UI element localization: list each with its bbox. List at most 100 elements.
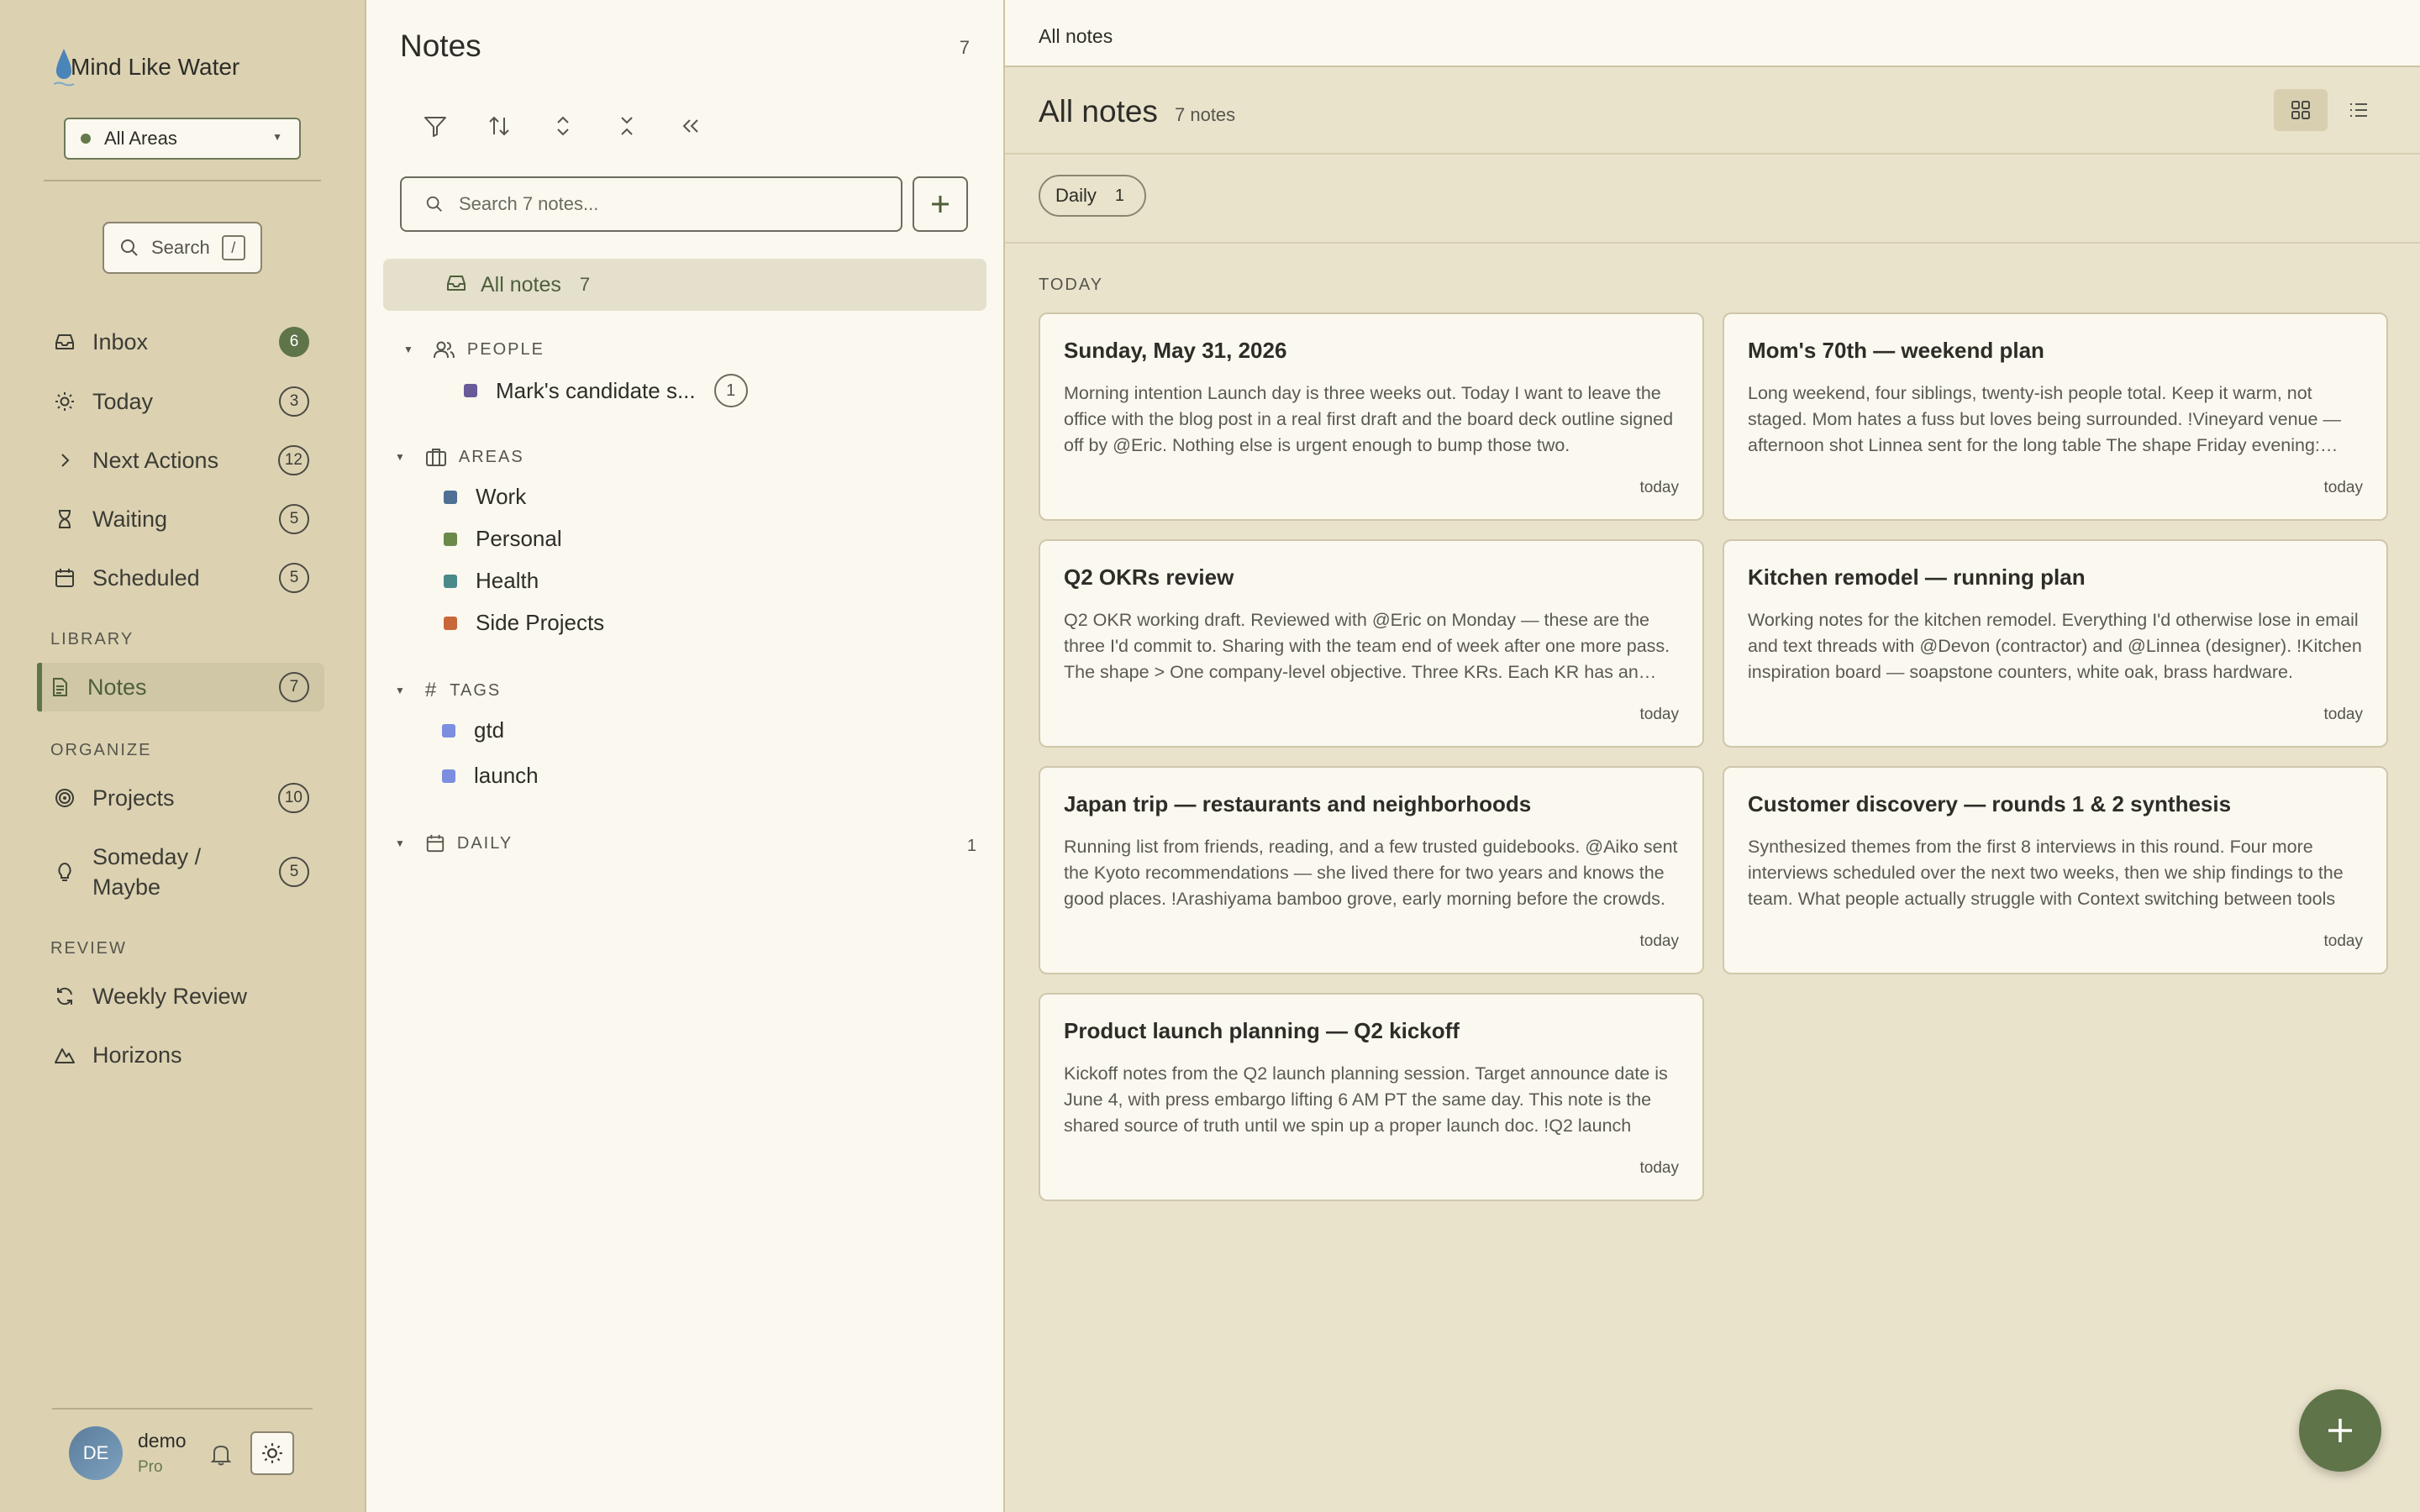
tree-section-label: DAILY	[456, 833, 513, 853]
divider	[44, 180, 321, 181]
chevrons-up-down-icon	[557, 116, 569, 136]
sort-button[interactable]	[481, 108, 518, 144]
color-swatch	[442, 769, 455, 783]
note-card-title: Customer discovery — rounds 1 & 2 synthe…	[1748, 791, 2232, 816]
new-note-fab[interactable]	[2299, 1389, 2381, 1472]
notes-panel-count: 7	[959, 37, 970, 58]
color-swatch	[444, 532, 457, 546]
collapse-all-button[interactable]	[608, 108, 645, 144]
grid-icon	[2291, 101, 2310, 119]
count-badge: 1	[713, 374, 748, 407]
breadcrumb-item[interactable]: All notes	[1039, 25, 1113, 48]
chip-count: 1	[1114, 186, 1125, 205]
note-card[interactable]: Customer discovery — rounds 1 & 2 synthe…	[1723, 766, 2388, 974]
note-card-date: today	[2323, 479, 2363, 496]
tree-section-daily[interactable]: ▼ DAILY	[395, 833, 513, 853]
lightbulb-icon	[52, 859, 77, 885]
hourglass-icon	[52, 507, 77, 532]
tree-item-area-side-projects[interactable]: Side Projects	[444, 610, 604, 636]
tree-item-label: Side Projects	[476, 610, 605, 635]
area-select[interactable]: All Areas ▼	[64, 118, 301, 160]
nav-today[interactable]: Today 3	[44, 377, 324, 426]
count-badge: 12	[277, 445, 309, 475]
nav-waiting[interactable]: Waiting 5	[44, 495, 324, 543]
tree-item-area-personal[interactable]: Personal	[444, 526, 562, 552]
collapse-panel-button[interactable]	[672, 108, 709, 144]
count-badge: 3	[279, 386, 309, 417]
people-icon	[433, 339, 455, 360]
brand[interactable]: Mind Like Water	[53, 45, 239, 89]
nav-label: Today	[92, 388, 154, 414]
user-area-divider	[52, 1408, 313, 1410]
nav-notes[interactable]: Notes 7	[37, 663, 324, 711]
sort-icon	[489, 116, 509, 136]
nav-weekly-review[interactable]: Weekly Review	[44, 972, 324, 1021]
nav-scheduled[interactable]: Scheduled 5	[44, 554, 324, 602]
tree-item-area-work[interactable]: Work	[444, 484, 526, 510]
note-card[interactable]: Mom's 70th — weekend plan Long weekend, …	[1723, 312, 2388, 521]
nav-label: Inbox	[92, 328, 149, 354]
note-card[interactable]: Product launch planning — Q2 kickoff Kic…	[1039, 993, 1704, 1201]
expand-all-button[interactable]	[544, 108, 581, 144]
note-card-excerpt: Q2 OKR working draft. Reviewed with @Eri…	[1064, 610, 1670, 682]
note-card[interactable]: Japan trip — restaurants and neighborhoo…	[1039, 766, 1704, 974]
note-card-date: today	[1639, 479, 1679, 496]
chip-label: Daily	[1055, 185, 1097, 206]
note-card[interactable]: Sunday, May 31, 2026 Morning intention L…	[1039, 312, 1704, 521]
tree-section-label: TAGS	[450, 680, 502, 700]
filter-button[interactable]	[417, 108, 454, 144]
notes-search-input[interactable]: Search 7 notes...	[400, 176, 902, 232]
all-notes-item[interactable]: All notes 7	[383, 259, 986, 311]
section-label-organize: ORGANIZE	[50, 741, 152, 759]
tree-item-label: Work	[476, 484, 527, 509]
note-card-excerpt: Kickoff notes from the Q2 launch plannin…	[1064, 1063, 1668, 1136]
tree-section-label: AREAS	[458, 447, 524, 466]
color-swatch	[442, 723, 455, 738]
bell-icon[interactable]	[207, 1440, 235, 1468]
search-button[interactable]: Search /	[103, 222, 262, 274]
nav-someday-maybe[interactable]: Someday / Maybe 5	[44, 833, 324, 911]
tree-item-tag-launch[interactable]: launch	[442, 763, 539, 789]
new-note-button[interactable]	[913, 176, 968, 232]
note-card-excerpt: Synthesized themes from the first 8 inte…	[1748, 837, 2344, 909]
count-badge: 10	[277, 783, 309, 813]
nav-projects[interactable]: Projects 10	[44, 774, 324, 822]
avatar[interactable]: DE	[69, 1426, 123, 1480]
tree-section-label: PEOPLE	[466, 339, 544, 359]
note-card[interactable]: Q2 OKRs review Q2 OKR working draft. Rev…	[1039, 539, 1704, 748]
note-card-title: Japan trip — restaurants and neighborhoo…	[1064, 791, 1532, 816]
theme-toggle-button[interactable]	[250, 1431, 294, 1475]
nav-label: Weekly Review	[92, 983, 248, 1009]
filter-chip-daily[interactable]: Daily 1	[1039, 175, 1147, 217]
chevron-down-icon: ▼	[272, 131, 282, 143]
nav-horizons[interactable]: Horizons	[44, 1031, 324, 1079]
note-card-title: Q2 OKRs review	[1064, 564, 1234, 590]
nav-next-actions[interactable]: Next Actions 12	[44, 436, 324, 485]
grid-view-button[interactable]	[2274, 89, 2328, 131]
tree-section-areas[interactable]: ▼ AREAS	[395, 447, 524, 467]
note-card-title: Mom's 70th — weekend plan	[1748, 338, 2044, 363]
count-badge: 7	[279, 672, 309, 702]
user-name: demo	[138, 1430, 187, 1452]
area-select-value: All Areas	[104, 128, 177, 149]
nav-label: Next Actions	[92, 447, 219, 473]
active-indicator	[37, 663, 42, 711]
tree-section-tags[interactable]: ▼ # TAGS	[395, 679, 501, 702]
nav-label: Horizons	[92, 1042, 182, 1068]
note-card-title: Product launch planning — Q2 kickoff	[1064, 1018, 1460, 1043]
list-view-button[interactable]	[2338, 89, 2380, 131]
note-card[interactable]: Kitchen remodel — running plan Working n…	[1723, 539, 2388, 748]
nav-label: Scheduled	[92, 564, 200, 591]
tree-item-area-health[interactable]: Health	[444, 568, 539, 594]
tree-item-tag-gtd[interactable]: gtd	[442, 717, 504, 743]
tree-section-people[interactable]: ▼ PEOPLE	[403, 339, 544, 360]
chevrons-in-icon	[621, 117, 633, 135]
plus-icon	[932, 196, 949, 213]
tree-item-person[interactable]: Mark's candidate s... 1	[464, 374, 748, 407]
all-notes-count: 7	[579, 274, 591, 295]
sun-icon	[262, 1443, 282, 1463]
refresh-icon	[52, 984, 77, 1009]
nav-inbox[interactable]: Inbox 6	[44, 318, 324, 366]
note-card-date: today	[2323, 706, 2363, 723]
tree-item-label: Health	[476, 568, 539, 593]
